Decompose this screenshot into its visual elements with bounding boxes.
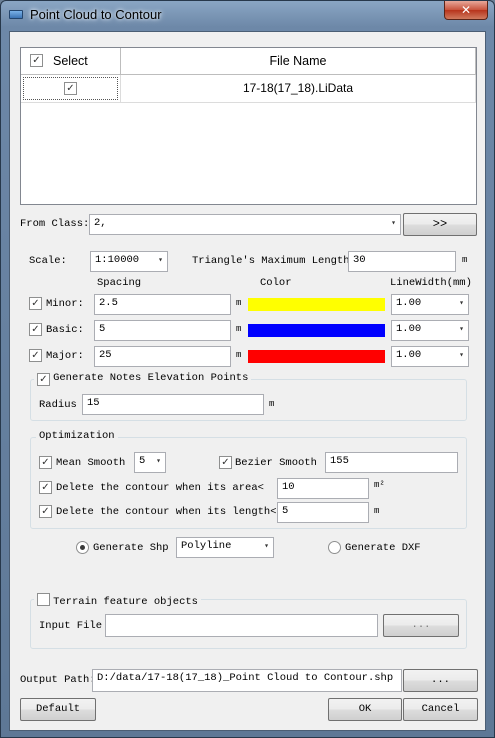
dialog-body: ✓ Select File Name ✓ 17-18(17_18).LiData… (9, 31, 486, 731)
terrain-label: Terrain feature objects (53, 596, 198, 608)
generate-dxf-radio[interactable] (328, 541, 341, 554)
input-file-label: Input File (39, 620, 103, 632)
terrain-group-header: Terrain feature objects (34, 591, 201, 608)
from-class-label: From Class: (20, 218, 90, 230)
chevron-down-icon: ▾ (459, 351, 464, 360)
minor-spacing-unit: m (236, 298, 242, 308)
radius-input[interactable]: 15 (82, 394, 264, 415)
ok-button[interactable]: OK (328, 698, 402, 721)
major-spacing-input[interactable]: 25 (94, 346, 231, 367)
notes-group-header: ✓ Generate Notes Elevation Points (34, 371, 252, 387)
output-path-browse-button[interactable]: ... (403, 669, 478, 692)
optimization-title: Optimization (36, 430, 118, 442)
basic-spacing-input[interactable]: 5 (94, 320, 231, 341)
dialog-window: Point Cloud to Contour ✕ ✓ Select File N… (0, 0, 495, 738)
basic-spacing-unit: m (236, 324, 242, 334)
triangle-length-unit: m (462, 255, 468, 265)
linewidth-header: LineWidth(mm) (390, 277, 472, 289)
scale-label: Scale: (29, 255, 67, 267)
chevron-down-icon: ▾ (156, 457, 161, 466)
spacing-header: Spacing (97, 277, 142, 289)
delete-length-input[interactable]: 5 (277, 502, 369, 523)
generate-shp-label: Generate Shp (93, 542, 169, 554)
notes-label: Generate Notes Elevation Points (53, 372, 249, 384)
color-header: Color (260, 277, 292, 289)
bezier-smooth-checkbox[interactable]: ✓ (219, 456, 232, 469)
from-class-add-button[interactable]: >> (403, 213, 477, 236)
major-spacing-unit: m (236, 350, 242, 360)
input-file-browse-button[interactable]: ... (383, 614, 459, 637)
triangle-length-input[interactable]: 30 (348, 251, 456, 272)
title-bar[interactable]: Point Cloud to Contour ✕ (1, 1, 494, 31)
output-path-label: Output Path: (20, 674, 96, 686)
minor-checkbox[interactable]: ✓ (29, 297, 42, 310)
table-row-select-cell[interactable]: ✓ (21, 75, 121, 103)
basic-linewidth-combo[interactable]: 1.00 ▾ (391, 320, 469, 341)
scale-combo[interactable]: 1:10000 ▾ (90, 251, 168, 272)
window-title: Point Cloud to Contour (30, 7, 162, 22)
from-class-combo[interactable]: 2, ▾ (89, 214, 401, 235)
minor-spacing-input[interactable]: 2.5 (94, 294, 231, 315)
major-color-swatch[interactable] (248, 350, 385, 363)
terrain-checkbox[interactable] (37, 593, 50, 606)
table-row-file-name[interactable]: 17-18(17_18).LiData (121, 75, 476, 103)
file-table: ✓ Select File Name ✓ 17-18(17_18).LiData (20, 47, 477, 205)
major-label: Major: (46, 350, 84, 362)
generate-shp-radio[interactable] (76, 541, 89, 554)
generate-dxf-label: Generate DXF (345, 542, 421, 554)
minor-linewidth-combo[interactable]: 1.00 ▾ (391, 294, 469, 315)
basic-checkbox[interactable]: ✓ (29, 323, 42, 336)
mean-smooth-label: Mean Smooth (56, 457, 126, 469)
close-button[interactable]: ✕ (444, 1, 488, 20)
bezier-smooth-input[interactable]: 155 (325, 452, 458, 473)
mean-smooth-combo[interactable]: 5 ▾ (134, 452, 166, 473)
notes-checkbox[interactable]: ✓ (37, 373, 50, 386)
chevron-down-icon: ▾ (264, 542, 269, 551)
mean-smooth-checkbox[interactable]: ✓ (39, 456, 52, 469)
shp-type-combo[interactable]: Polyline ▾ (176, 537, 274, 558)
delete-area-input[interactable]: 10 (277, 478, 369, 499)
triangle-length-label: Triangle's Maximum Length (192, 255, 350, 267)
output-path-input[interactable]: D:/data/17-18(17_18)_Point Cloud to Cont… (92, 669, 402, 692)
default-button[interactable]: Default (20, 698, 96, 721)
basic-color-swatch[interactable] (248, 324, 385, 337)
column-header-select[interactable]: ✓ Select (21, 48, 121, 75)
chevron-down-icon: ▾ (459, 325, 464, 334)
delete-length-checkbox[interactable]: ✓ (39, 505, 52, 518)
chevron-down-icon: ▾ (459, 299, 464, 308)
basic-label: Basic: (46, 324, 84, 336)
chevron-down-icon: ▾ (391, 219, 396, 228)
major-checkbox[interactable]: ✓ (29, 349, 42, 362)
app-icon (9, 10, 23, 19)
input-file-field[interactable] (105, 614, 378, 637)
minor-color-swatch[interactable] (248, 298, 385, 311)
minor-label: Minor: (46, 298, 84, 310)
row-select-checkbox[interactable]: ✓ (64, 82, 77, 95)
select-all-checkbox[interactable]: ✓ (30, 54, 43, 67)
delete-length-unit: m (374, 506, 380, 516)
column-header-file-name[interactable]: File Name (121, 48, 476, 75)
delete-area-checkbox[interactable]: ✓ (39, 481, 52, 494)
delete-area-label: Delete the contour when its area< (56, 482, 264, 494)
select-header-label: Select (53, 54, 88, 68)
radius-label: Radius (39, 399, 77, 411)
bezier-smooth-label: Bezier Smooth (235, 457, 317, 469)
radius-unit: m (269, 399, 275, 409)
chevron-down-icon: ▾ (158, 256, 163, 265)
major-linewidth-combo[interactable]: 1.00 ▾ (391, 346, 469, 367)
delete-length-label: Delete the contour when its length< (56, 506, 277, 518)
delete-area-unit: m² (374, 480, 385, 490)
cancel-button[interactable]: Cancel (403, 698, 478, 721)
